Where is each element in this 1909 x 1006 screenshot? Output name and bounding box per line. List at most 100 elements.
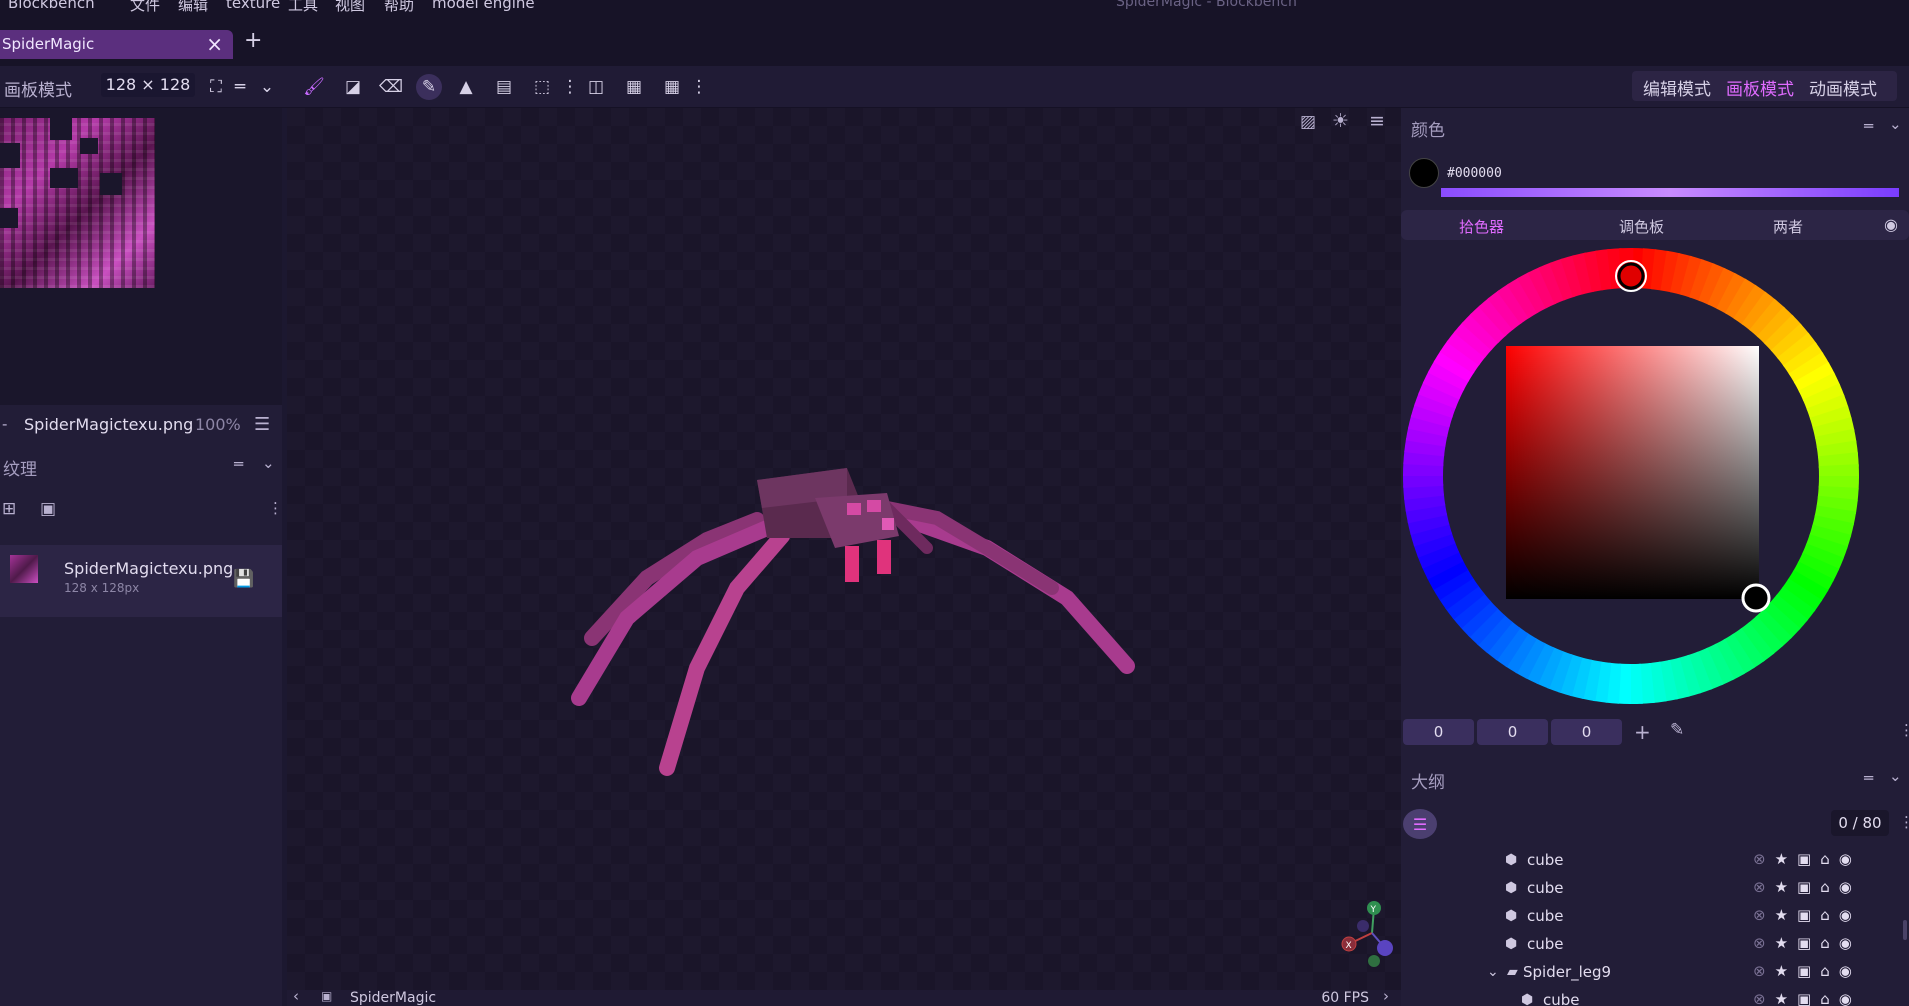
blue-input[interactable]: 0 <box>1551 719 1622 745</box>
more-icon[interactable]: ⋮ <box>1899 721 1909 739</box>
app-logo: Blockbench <box>8 0 95 12</box>
brush-icon[interactable]: 🖌 <box>301 74 327 100</box>
svg-text:Y: Y <box>1370 905 1377 915</box>
outliner-row[interactable]: ⬢ cube ⊗★▣⌂◉ <box>1401 931 1909 959</box>
hex-value[interactable]: #000000 <box>1447 166 1502 181</box>
tab-both[interactable]: 两者 <box>1773 216 1803 237</box>
spider-fang <box>845 546 859 582</box>
texture-thumbnail <box>10 555 38 583</box>
more-icon[interactable]: ⋮ <box>268 499 283 517</box>
more-icon[interactable]: ⋮ <box>1899 813 1909 831</box>
color-wheel[interactable] <box>1401 246 1859 704</box>
mirror-icon[interactable]: ◫ <box>583 74 609 100</box>
palette-bar[interactable] <box>1441 188 1899 197</box>
tab-bar: SpiderMagic × + <box>0 14 1909 66</box>
left-panel: - SpiderMagictexu.png 100% ☰ 纹理 ═ ⌄ ⊞ ▣ … <box>0 108 283 1006</box>
menu-edit[interactable]: 编辑 <box>178 0 208 14</box>
close-icon[interactable]: × <box>206 32 223 56</box>
folder-icon: ▰ <box>1507 964 1518 980</box>
axis-gizmo[interactable]: Y X <box>1337 898 1407 968</box>
menu-view[interactable]: 视图 <box>335 0 365 14</box>
toolbar: 画板模式 128 × 128 ⛶ ═ ⌄ 🖌 ◪ ⌫ ✎ ▲ ▤ ⬚ ⋮ ◫ ▦… <box>0 66 1909 108</box>
sv-handle[interactable] <box>1741 583 1771 613</box>
outliner-row[interactable]: ⬢ cube ⊗★▣⌂◉ <box>1401 903 1909 931</box>
viewport-status-bar: ‹ ▣ SpiderMagic 60 FPS › <box>287 990 1401 1006</box>
chevron-down-icon[interactable]: ⌄ <box>254 74 280 100</box>
mode-edit[interactable]: 编辑模式 <box>1643 75 1711 100</box>
outliner-scrollbar[interactable] <box>1903 920 1907 940</box>
green-input[interactable]: 0 <box>1477 719 1548 745</box>
add-color-icon[interactable]: + <box>1634 720 1651 744</box>
more-icon[interactable]: ⋮ <box>557 74 583 100</box>
chevron-down-icon[interactable]: ⌄ <box>262 454 275 472</box>
more-icon[interactable]: ⋮ <box>686 74 712 100</box>
spider-model[interactable] <box>287 108 1401 990</box>
menu-help[interactable]: 帮助 <box>384 0 414 14</box>
outliner-group-row[interactable]: ⌄ ▰ Spider_leg9 ⊗★▣⌂◉ <box>1401 959 1909 987</box>
uv-file-name: SpiderMagictexu.png <box>24 415 194 434</box>
cube-icon: ⬢ <box>1505 880 1518 896</box>
chevron-down-icon[interactable]: ⌄ <box>1487 964 1499 980</box>
cube-icon: ⬢ <box>1521 992 1534 1006</box>
hue-handle[interactable] <box>1617 262 1645 290</box>
resolution-display[interactable]: 128 × 128 <box>101 73 195 97</box>
fps-counter: 60 FPS <box>1321 990 1369 1006</box>
uv-editor[interactable] <box>0 108 282 405</box>
tab-picker[interactable]: 拾色器 <box>1459 216 1504 237</box>
menu-tools[interactable]: 工具 <box>288 0 318 14</box>
chevron-down-icon[interactable]: ⌄ <box>1889 767 1902 785</box>
textures-panel-title: 纹理 <box>3 460 37 480</box>
menu-lines-icon[interactable]: ═ <box>1864 769 1873 787</box>
cube-icon: ⬢ <box>1505 852 1518 868</box>
color-picker-icon[interactable]: ✎ <box>416 74 442 100</box>
title-bar: Blockbench 文件 编辑 texture 工具 视图 帮助 model … <box>0 0 1909 14</box>
add-texture-icon[interactable]: ⊞ <box>2 499 16 519</box>
texture-size: 128 x 128px <box>64 581 140 595</box>
chevron-down-icon[interactable]: ⌄ <box>1889 115 1902 133</box>
chevron-right-icon[interactable]: › <box>1383 990 1389 1005</box>
menu-file[interactable]: 文件 <box>130 0 160 14</box>
fill-bucket-icon[interactable]: ◪ <box>340 74 366 100</box>
transform-icon[interactable]: ⬚ <box>529 74 555 100</box>
outliner-row[interactable]: ⬢ cube ⊗★▣⌂◉ <box>1401 987 1909 1006</box>
record-icon[interactable]: ◉ <box>1884 215 1898 234</box>
shapes-icon[interactable]: ▲ <box>453 74 479 100</box>
menu-model-engine[interactable]: model engine <box>432 0 535 12</box>
svg-text:X: X <box>1346 941 1352 951</box>
color-picker-tabs: 拾色器 调色板 两者 ◉ <box>1401 210 1909 240</box>
model-icon: ▣ <box>321 990 333 1003</box>
menu-texture[interactable]: texture <box>226 0 280 12</box>
eraser-icon[interactable]: ⌫ <box>378 74 404 100</box>
menu-lines-icon[interactable]: ═ <box>227 74 253 100</box>
viewport-model-name: SpiderMagic <box>350 990 437 1006</box>
fullscreen-icon[interactable]: ⛶ <box>203 74 229 100</box>
checkerboard-icon[interactable]: ▦ <box>621 74 647 100</box>
tab-spidermagic[interactable]: SpiderMagic × <box>0 30 233 59</box>
current-color-swatch[interactable] <box>1409 158 1439 188</box>
outliner-filter-icon[interactable]: ☰ <box>1403 809 1437 839</box>
cube-icon: ⬢ <box>1505 908 1518 924</box>
window-title: SpiderMagic - Blockbench <box>1116 0 1297 10</box>
outliner-row[interactable]: ⬢ cube ⊗★▣⌂◉ <box>1401 847 1909 875</box>
menu-lines-icon[interactable]: ═ <box>234 455 243 473</box>
outliner-count: 0 / 80 <box>1831 810 1889 836</box>
outliner-row[interactable]: ⬢ cube ⊗★▣⌂◉ <box>1401 875 1909 903</box>
3d-viewport[interactable]: ▨ ☀ ≡ Y X <box>287 108 1401 990</box>
chevron-left-icon[interactable]: ‹ <box>293 990 299 1005</box>
eyedropper-icon[interactable]: ✎ <box>1670 720 1684 740</box>
gradient-icon[interactable]: ▤ <box>491 74 517 100</box>
layers-icon[interactable]: ☰ <box>254 414 270 435</box>
menu-lines-icon[interactable]: ═ <box>1864 117 1873 135</box>
save-icon[interactable]: 💾 <box>233 569 254 589</box>
spider-leg <box>889 508 1135 674</box>
add-tab-icon[interactable]: + <box>244 28 262 53</box>
uv-texture-image <box>0 118 155 288</box>
red-input[interactable]: 0 <box>1403 719 1474 745</box>
mode-paint[interactable]: 画板模式 <box>1726 75 1794 100</box>
grid-icon[interactable]: ▦ <box>659 74 685 100</box>
tab-palette[interactable]: 调色板 <box>1619 216 1664 237</box>
import-texture-icon[interactable]: ▣ <box>40 499 56 519</box>
mode-animate[interactable]: 动画模式 <box>1809 75 1877 100</box>
outliner-title: 大纲 <box>1411 773 1445 793</box>
texture-name[interactable]: SpiderMagictexu.png <box>64 559 233 578</box>
